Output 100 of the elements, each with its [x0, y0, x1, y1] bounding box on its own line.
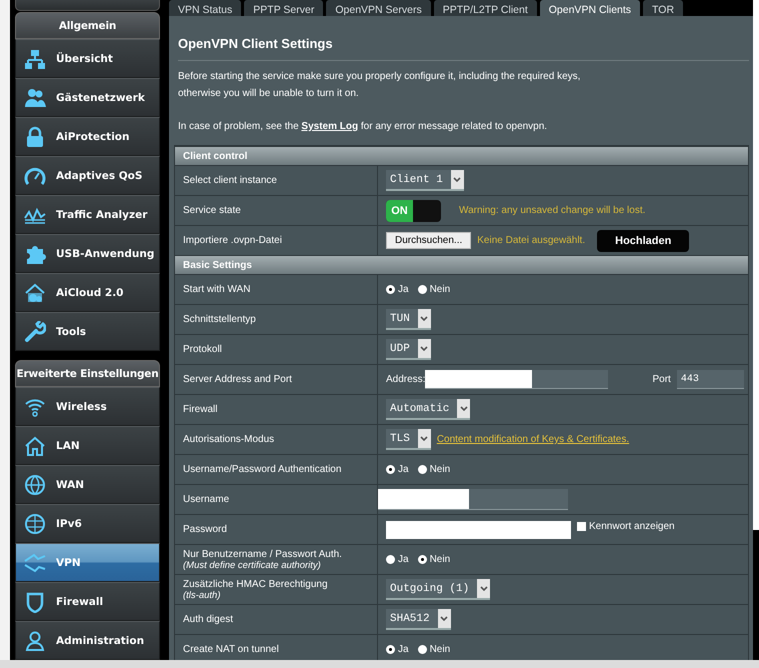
cloud-house-icon	[24, 282, 46, 304]
dropdown[interactable]: SHA512	[386, 609, 451, 630]
arrows-icon	[24, 552, 46, 574]
password-field[interactable]	[386, 520, 571, 538]
field-label: Select client instance	[183, 175, 278, 186]
menu-item[interactable]: IPv6	[15, 504, 160, 543]
radio-option[interactable]: Nein	[418, 644, 450, 655]
menu-item[interactable]: Firewall	[15, 582, 160, 621]
browse-button[interactable]: Durchsuchen...	[386, 232, 472, 249]
dropdown[interactable]: TLS	[386, 429, 431, 450]
caret-icon	[440, 616, 448, 622]
radio-option[interactable]: Ja	[386, 644, 409, 655]
field-label: Username	[183, 494, 230, 505]
menu-item[interactable]: Übersicht	[15, 39, 160, 78]
radio-button[interactable]	[418, 645, 427, 654]
wrench-icon	[24, 320, 46, 342]
dropdown[interactable]: UDP	[386, 339, 431, 360]
caret-icon	[420, 316, 428, 322]
warning-text: Warning: any unsaved change will be lost.	[459, 205, 646, 216]
tab[interactable]: OpenVPN Clients	[540, 0, 640, 16]
field-label: Schnittstellentyp	[183, 314, 257, 325]
house-icon	[24, 434, 46, 456]
radio-button[interactable]	[418, 555, 427, 564]
menu-item[interactable]: Wireless	[15, 387, 160, 426]
field-label: Password	[183, 524, 228, 535]
menu-item[interactable]: Traffic Analyzer	[15, 195, 160, 234]
menu-item[interactable]: Gästenetzwerk	[15, 78, 160, 117]
menu-item[interactable]: WAN	[15, 465, 160, 504]
shield-icon	[24, 590, 46, 612]
field-label: Start with WAN	[183, 284, 252, 295]
description-text: otherwise you will be unable to turn it on.	[177, 87, 360, 101]
field-label: Importiere .ovpn-Datei	[183, 235, 283, 246]
keys-link[interactable]: Content modification of Keys & Certificates.	[436, 434, 630, 445]
tab[interactable]: OpenVPN Servers	[326, 0, 431, 16]
radio-option[interactable]: Ja	[386, 464, 409, 475]
field-label: Username/Password Authentication	[183, 464, 342, 475]
field-label: Nur Benutzername / Passwort Auth.	[183, 548, 343, 560]
radio-option[interactable]: Nein	[418, 554, 450, 565]
field-label: Auth digest	[183, 614, 234, 625]
field-label: Autorisations-Modus	[183, 434, 276, 445]
radio-option[interactable]: Ja	[386, 284, 409, 295]
dropdown[interactable]: Client 1	[386, 170, 464, 191]
menu-section-header: Allgemein	[15, 12, 160, 39]
field-label: Service state	[183, 205, 242, 216]
field-label: Address:	[386, 374, 426, 385]
show-password-checkbox[interactable]: Kennwort anzeigen	[577, 521, 675, 532]
radio-button[interactable]	[386, 555, 395, 564]
menu-item[interactable]: Tools	[15, 312, 160, 351]
address-field[interactable]	[425, 370, 608, 389]
tab[interactable]: TOR	[643, 0, 684, 16]
dropdown[interactable]: Automatic	[386, 399, 470, 420]
field-label: Create NAT on tunnel	[183, 644, 280, 655]
caret-icon	[480, 586, 488, 592]
radio-option[interactable]: Ja	[386, 554, 409, 565]
port-field[interactable]: 443	[676, 370, 744, 389]
section-header: Client control	[175, 146, 748, 165]
menu-item[interactable]: VPN	[15, 543, 160, 582]
notice-text: In case of problem, see the System Log for any error message related to openvpn.	[177, 120, 548, 134]
menu-item[interactable]: Administration	[15, 621, 160, 660]
radio-button[interactable]	[418, 465, 427, 474]
field-label: Port	[652, 374, 671, 385]
system-log-link[interactable]: System Log	[301, 121, 358, 132]
field-label: Zusätzliche HMAC Berechtigung	[183, 578, 329, 590]
field-hint: (tls-auth)	[183, 590, 222, 600]
menu-item[interactable]: AiProtection	[15, 117, 160, 156]
menu-section-header: Erweiterte Einstellungen	[15, 360, 160, 387]
upload-button[interactable]: Hochladen	[597, 230, 690, 252]
caret-icon	[453, 176, 462, 182]
menu-item[interactable]: Adaptives QoS	[15, 156, 160, 195]
field-label: Protokoll	[183, 344, 223, 355]
menu-item[interactable]: AiCloud 2.0	[15, 273, 160, 312]
radio-button[interactable]	[418, 285, 427, 294]
menu-item[interactable]: USB-Anwendung	[15, 234, 160, 273]
radio-option[interactable]: Nein	[418, 284, 450, 295]
tab[interactable]: PPTP Server	[244, 0, 324, 16]
page-title: OpenVPN Client Settings	[177, 36, 334, 53]
globe-icon	[24, 512, 46, 534]
people-icon	[24, 86, 46, 108]
caret-icon	[460, 406, 468, 412]
menu-item[interactable]: LAN	[15, 426, 160, 465]
caret-icon	[420, 346, 428, 352]
radio-button[interactable]	[386, 465, 395, 474]
radio-button[interactable]	[386, 285, 395, 294]
field-label: Firewall	[183, 404, 218, 415]
tab[interactable]: VPN Status	[169, 0, 242, 16]
description-text: Before starting the service make sure you properly configure it, including the required keys,	[177, 70, 582, 84]
file-status: Keine Datei ausgewählt.	[477, 235, 586, 246]
field-hint: (Must define certificate authority)	[183, 560, 322, 570]
radio-button[interactable]	[386, 645, 395, 654]
globe-icon	[24, 474, 46, 496]
tab[interactable]: PPTP/L2TP Client	[434, 0, 537, 16]
username-field[interactable]	[378, 489, 568, 510]
dropdown[interactable]: TUN	[386, 309, 431, 330]
dropdown[interactable]: Outgoing (1)	[386, 579, 490, 600]
person-icon	[24, 630, 46, 652]
lock-icon	[24, 126, 46, 148]
field-label: Server Address and Port	[183, 374, 293, 385]
section-header: Basic Settings	[175, 255, 748, 274]
network-icon	[24, 48, 46, 70]
radio-option[interactable]: Nein	[418, 464, 450, 475]
